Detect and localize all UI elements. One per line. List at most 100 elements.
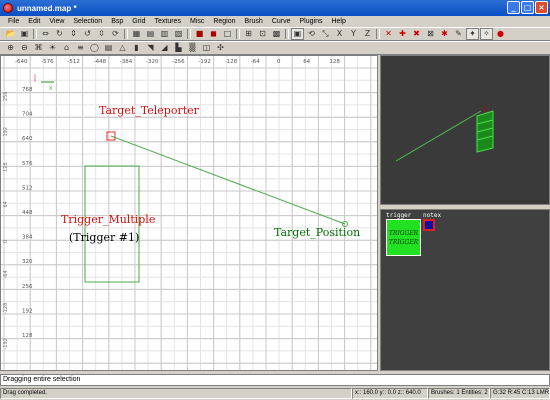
save-icon[interactable]: ▣ [18, 28, 31, 40]
patch-weld-icon[interactable]: ✖ [410, 28, 423, 40]
z-tick-label: 64 [3, 201, 9, 207]
surface-icon[interactable]: ≡ [74, 42, 87, 54]
label-target-position: Target_Position [274, 226, 361, 239]
menu-brush[interactable]: Brush [241, 18, 268, 25]
toolbar-separator [285, 29, 289, 39]
maximize-button[interactable]: □ [521, 1, 534, 14]
select-partial-tall-icon[interactable]: ▥ [158, 28, 171, 40]
cone-icon[interactable]: △ [116, 42, 129, 54]
camera-view[interactable] [380, 55, 550, 205]
window-title: unnamed.map * [17, 3, 77, 13]
rotate-x-icon[interactable]: ↻ [53, 28, 66, 40]
status-message: Drag completed. [0, 388, 352, 399]
flip-y-icon[interactable]: ⇕ [67, 28, 80, 40]
flip-z-icon[interactable]: ⇳ [95, 28, 108, 40]
status-bar: Drag completed. x:: 160.0 y:: 0.0 z:: 64… [0, 387, 550, 400]
y-tick-label: 128 [22, 333, 33, 339]
show-patches-icon[interactable]: ● [494, 28, 507, 40]
scale-x-icon[interactable]: X [333, 28, 346, 40]
x-tick-label: -384 [120, 59, 133, 65]
patch-tool-icon[interactable]: ✕ [382, 28, 395, 40]
menu-grid[interactable]: Grid [128, 18, 150, 25]
flip-x-icon[interactable]: ⇔ [39, 28, 52, 40]
show-entities-icon[interactable]: ✦ [466, 28, 479, 40]
y-tick-label: 448 [22, 210, 33, 216]
entity-icon[interactable]: ⌂ [60, 42, 73, 54]
rotate-y-icon[interactable]: ↺ [81, 28, 94, 40]
status-coords: x:: 160.0 y:: 0.0 z:: 640.0 [352, 388, 428, 399]
z-tick-label: -192 [3, 338, 9, 349]
terrain-icon[interactable]: ▒ [186, 42, 199, 54]
close-button[interactable]: × [535, 1, 548, 14]
menu-view[interactable]: View [45, 18, 69, 25]
rotate-lock-icon[interactable]: ⊖ [18, 42, 31, 54]
patch-bend-icon[interactable]: ✚ [396, 28, 409, 40]
patch-icon[interactable]: ▤ [102, 42, 115, 54]
rotate-z-icon[interactable]: ⟳ [109, 28, 122, 40]
show-lights-icon[interactable]: ✧ [480, 28, 493, 40]
texture-view-icon[interactable]: ▩ [270, 28, 283, 40]
toolbar-separator [187, 29, 191, 39]
lighting-icon[interactable]: ☀ [46, 42, 59, 54]
csg-subtract-icon[interactable]: ■ [193, 28, 206, 40]
app-icon [3, 3, 13, 13]
x-tick-label: -320 [146, 59, 159, 65]
menu-curve[interactable]: Curve [268, 18, 296, 25]
plugin-icon[interactable]: ✣ [214, 42, 227, 54]
cube-clip-icon[interactable]: ▣ [291, 28, 304, 40]
menu-plugins[interactable]: Plugins [296, 18, 328, 25]
z-tick-label: 128 [3, 162, 9, 172]
texture-trigger[interactable]: TRIGGER TRIGGER [386, 219, 421, 256]
camera-icon[interactable]: ⌘ [32, 42, 45, 54]
menu-textures[interactable]: Textures [150, 18, 185, 25]
scale-y-icon[interactable]: Y [347, 28, 360, 40]
patch-drill-icon[interactable]: ⊠ [424, 28, 437, 40]
menu-region[interactable]: Region [209, 18, 240, 25]
select-complete-tall-icon[interactable]: ▦ [130, 28, 143, 40]
free-scale-icon[interactable]: ⤡ [319, 28, 332, 40]
open-icon[interactable]: 📂 [4, 28, 17, 40]
texture-lock-icon[interactable]: ⊕ [4, 42, 17, 54]
grid-view-xz[interactable]: -640 -576 -512 -448 -384 -320 -256 -192 -128 -64 0… [0, 55, 378, 371]
change-view-icon[interactable]: ⊡ [256, 28, 269, 40]
x-tick-label: 64 [303, 59, 310, 65]
sphere-icon[interactable]: ◯ [88, 42, 101, 54]
menu-edit[interactable]: Edit [24, 18, 45, 25]
select-inside-icon[interactable]: ▧ [172, 28, 185, 40]
menu-help[interactable]: Help [327, 18, 350, 25]
y-tick-label: 384 [22, 235, 33, 241]
texture-trigger-text: TRIGGER TRIGGER [388, 229, 419, 246]
hollow-icon[interactable]: □ [221, 28, 234, 40]
label-trigger-multiple: Trigger_Multiple [61, 213, 156, 226]
endcap-icon[interactable]: ◢ [158, 42, 171, 54]
minimize-button[interactable]: _ [507, 1, 520, 14]
entity-target-link [110, 135, 346, 225]
y-tick-label: 640 [22, 136, 33, 142]
menu-file[interactable]: File [4, 18, 24, 25]
free-rotation-icon[interactable]: ⟲ [305, 28, 318, 40]
menu-bsp[interactable]: Bsp [107, 18, 128, 25]
patch-insert-icon[interactable]: ✱ [438, 28, 451, 40]
scale-z-icon[interactable]: Z [361, 28, 374, 40]
y-tick-label: 768 [22, 87, 33, 93]
y-tick-label: 704 [22, 112, 33, 118]
secondary-toolbar: ⊕ ⊖ ⌘ ☀ ⌂ ≡ ◯ ▤ △ ▮ ◥ ◢ ▙ ▒ ◫ ✣ [0, 41, 550, 55]
select-touching-icon[interactable]: ▤ [144, 28, 157, 40]
paint-brush-icon[interactable]: ✎ [452, 28, 465, 40]
texture-notex[interactable] [423, 219, 435, 231]
csg-merge-icon[interactable]: ◼ [207, 28, 220, 40]
z-tick-label: -128 [3, 303, 9, 314]
camera-canvas[interactable] [381, 56, 550, 205]
toolbar-separator [376, 29, 380, 39]
cylinder-icon[interactable]: ▮ [130, 42, 143, 54]
clipper-icon[interactable]: ⊞ [242, 28, 255, 40]
y-tick-label: 576 [22, 161, 33, 167]
x-tick-label: -64 [251, 59, 260, 65]
dented-icon[interactable]: ▙ [172, 42, 185, 54]
bevel-icon[interactable]: ◥ [144, 42, 157, 54]
texture-browser[interactable]: trigger notex TRIGGER TRIGGER [380, 209, 550, 371]
menu-misc[interactable]: Misc [186, 18, 209, 25]
menu-selection[interactable]: Selection [69, 18, 107, 25]
texture-fit-icon[interactable]: ◫ [200, 42, 213, 54]
main-toolbar: 📂 ▣ ⇔ ↻ ⇕ ↺ ⇳ ⟳ ▦ ▤ ▥ ▧ ■ ◼ □ ⊞ ⊡ ▩ ▣ ⟲ … [0, 27, 550, 41]
